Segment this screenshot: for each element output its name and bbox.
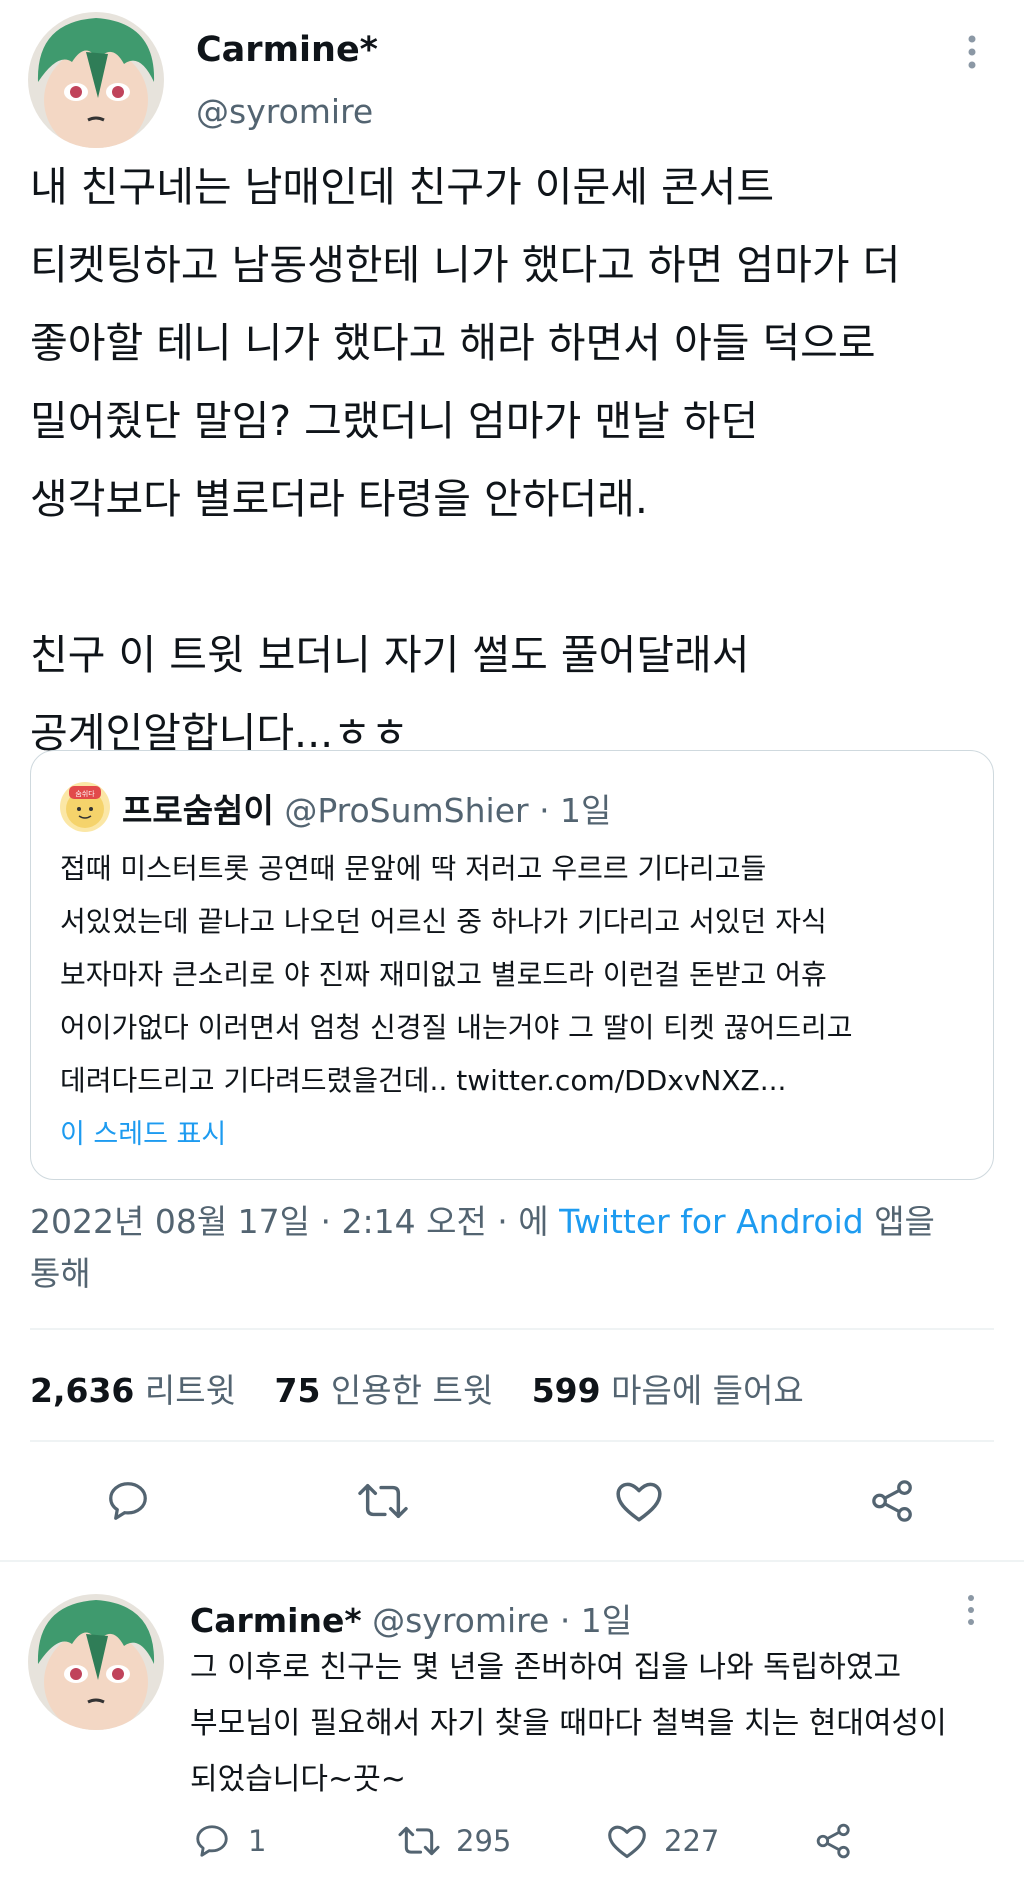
quote-avatar-label: 숨쉬다 [75, 789, 95, 798]
quote-author-name[interactable]: 프로숨쉼이 [122, 791, 274, 830]
tweet-meta: 2022년 08월 17일 · 2:14 오전 · 에 Twitter for … [30, 1196, 1000, 1300]
source-suffix: 앱을 [874, 1202, 935, 1241]
author-name[interactable]: Carmine* [196, 30, 378, 70]
reply-time: · 1일 [559, 1601, 633, 1640]
source-link[interactable]: Twitter for Android [559, 1202, 864, 1241]
quote-text: 접때 미스터트롯 공연때 문앞에 딱 저러고 우르르 기다리고들 서있었는데 끝… [60, 852, 853, 1097]
quote-header: 프로숨쉼이 @ProSumShier · 1일 [122, 784, 611, 832]
engagement-stats: 2,636 리트윗 75 인용한 트윗 599 마음에 들어요 [30, 1364, 804, 1412]
reply-more-options-icon[interactable] [964, 1594, 978, 1630]
reply-author-handle[interactable]: @syromire [372, 1601, 549, 1640]
retweet-icon [358, 1483, 408, 1519]
retweets-label: 리트윗 [144, 1371, 236, 1410]
quotes-label: 인용한 트윗 [330, 1371, 494, 1410]
more-options-icon[interactable] [964, 34, 980, 74]
tweet-date: 2022년 08월 17일 · 2:14 오전 · 에 [30, 1202, 549, 1241]
show-thread-link[interactable]: 이 스레드 표시 [60, 1112, 226, 1151]
retweets-stat[interactable]: 2,636 리트윗 [30, 1371, 236, 1410]
reply-reply-button[interactable]: 1 [192, 1822, 266, 1860]
reply-text: 그 이후로 친구는 몇 년을 존버하여 집을 나와 독립하였고 부모님이 필요해… [190, 1650, 947, 1797]
share-button[interactable] [868, 1478, 918, 1524]
likes-label: 마음에 들어요 [611, 1371, 804, 1410]
likes-stat[interactable]: 599 마음에 들어요 [532, 1371, 804, 1410]
reply-button[interactable] [104, 1478, 152, 1524]
author-avatar[interactable] [28, 12, 164, 148]
reply-bubble-icon [196, 1825, 228, 1857]
retweets-count: 2,636 [30, 1371, 135, 1410]
heart-icon [616, 1482, 662, 1522]
reply-author-name[interactable]: Carmine* [190, 1601, 362, 1640]
reply-header: Carmine* @syromire · 1일 [190, 1594, 632, 1642]
section-divider [0, 1560, 1024, 1562]
reply-like-count: 227 [664, 1824, 720, 1858]
divider [30, 1440, 994, 1442]
quote-time: · 1일 [539, 791, 612, 830]
reply-retweet-button[interactable]: 295 [396, 1822, 511, 1860]
divider [30, 1328, 994, 1330]
tweet-text: 내 친구네는 남매인데 친구가 이문세 콘서트 티켓팅하고 남동생한테 니가 했… [30, 163, 901, 757]
reply-retweet-count: 295 [456, 1824, 512, 1858]
quotes-count: 75 [274, 1371, 321, 1410]
reply-reply-count: 1 [248, 1824, 267, 1858]
quotes-stat[interactable]: 75 인용한 트윗 [274, 1371, 493, 1410]
likes-count: 599 [531, 1371, 601, 1410]
reply-like-button[interactable]: 227 [606, 1822, 719, 1860]
reply-share-button[interactable] [814, 1822, 854, 1864]
heart-icon [608, 1825, 646, 1859]
quote-author-handle[interactable]: @ProSumShier [284, 791, 528, 830]
retweet-button[interactable] [356, 1478, 410, 1524]
author-handle[interactable]: @syromire [196, 92, 373, 131]
source-via: 통해 [30, 1254, 91, 1293]
share-icon [872, 1480, 912, 1522]
reply-bubble-icon [109, 1482, 147, 1520]
share-icon [816, 1823, 850, 1859]
retweet-icon [398, 1826, 440, 1856]
quote-avatar[interactable]: 숨쉬다 [60, 782, 110, 832]
reply-author-avatar[interactable] [28, 1594, 164, 1730]
like-button[interactable] [614, 1478, 664, 1524]
